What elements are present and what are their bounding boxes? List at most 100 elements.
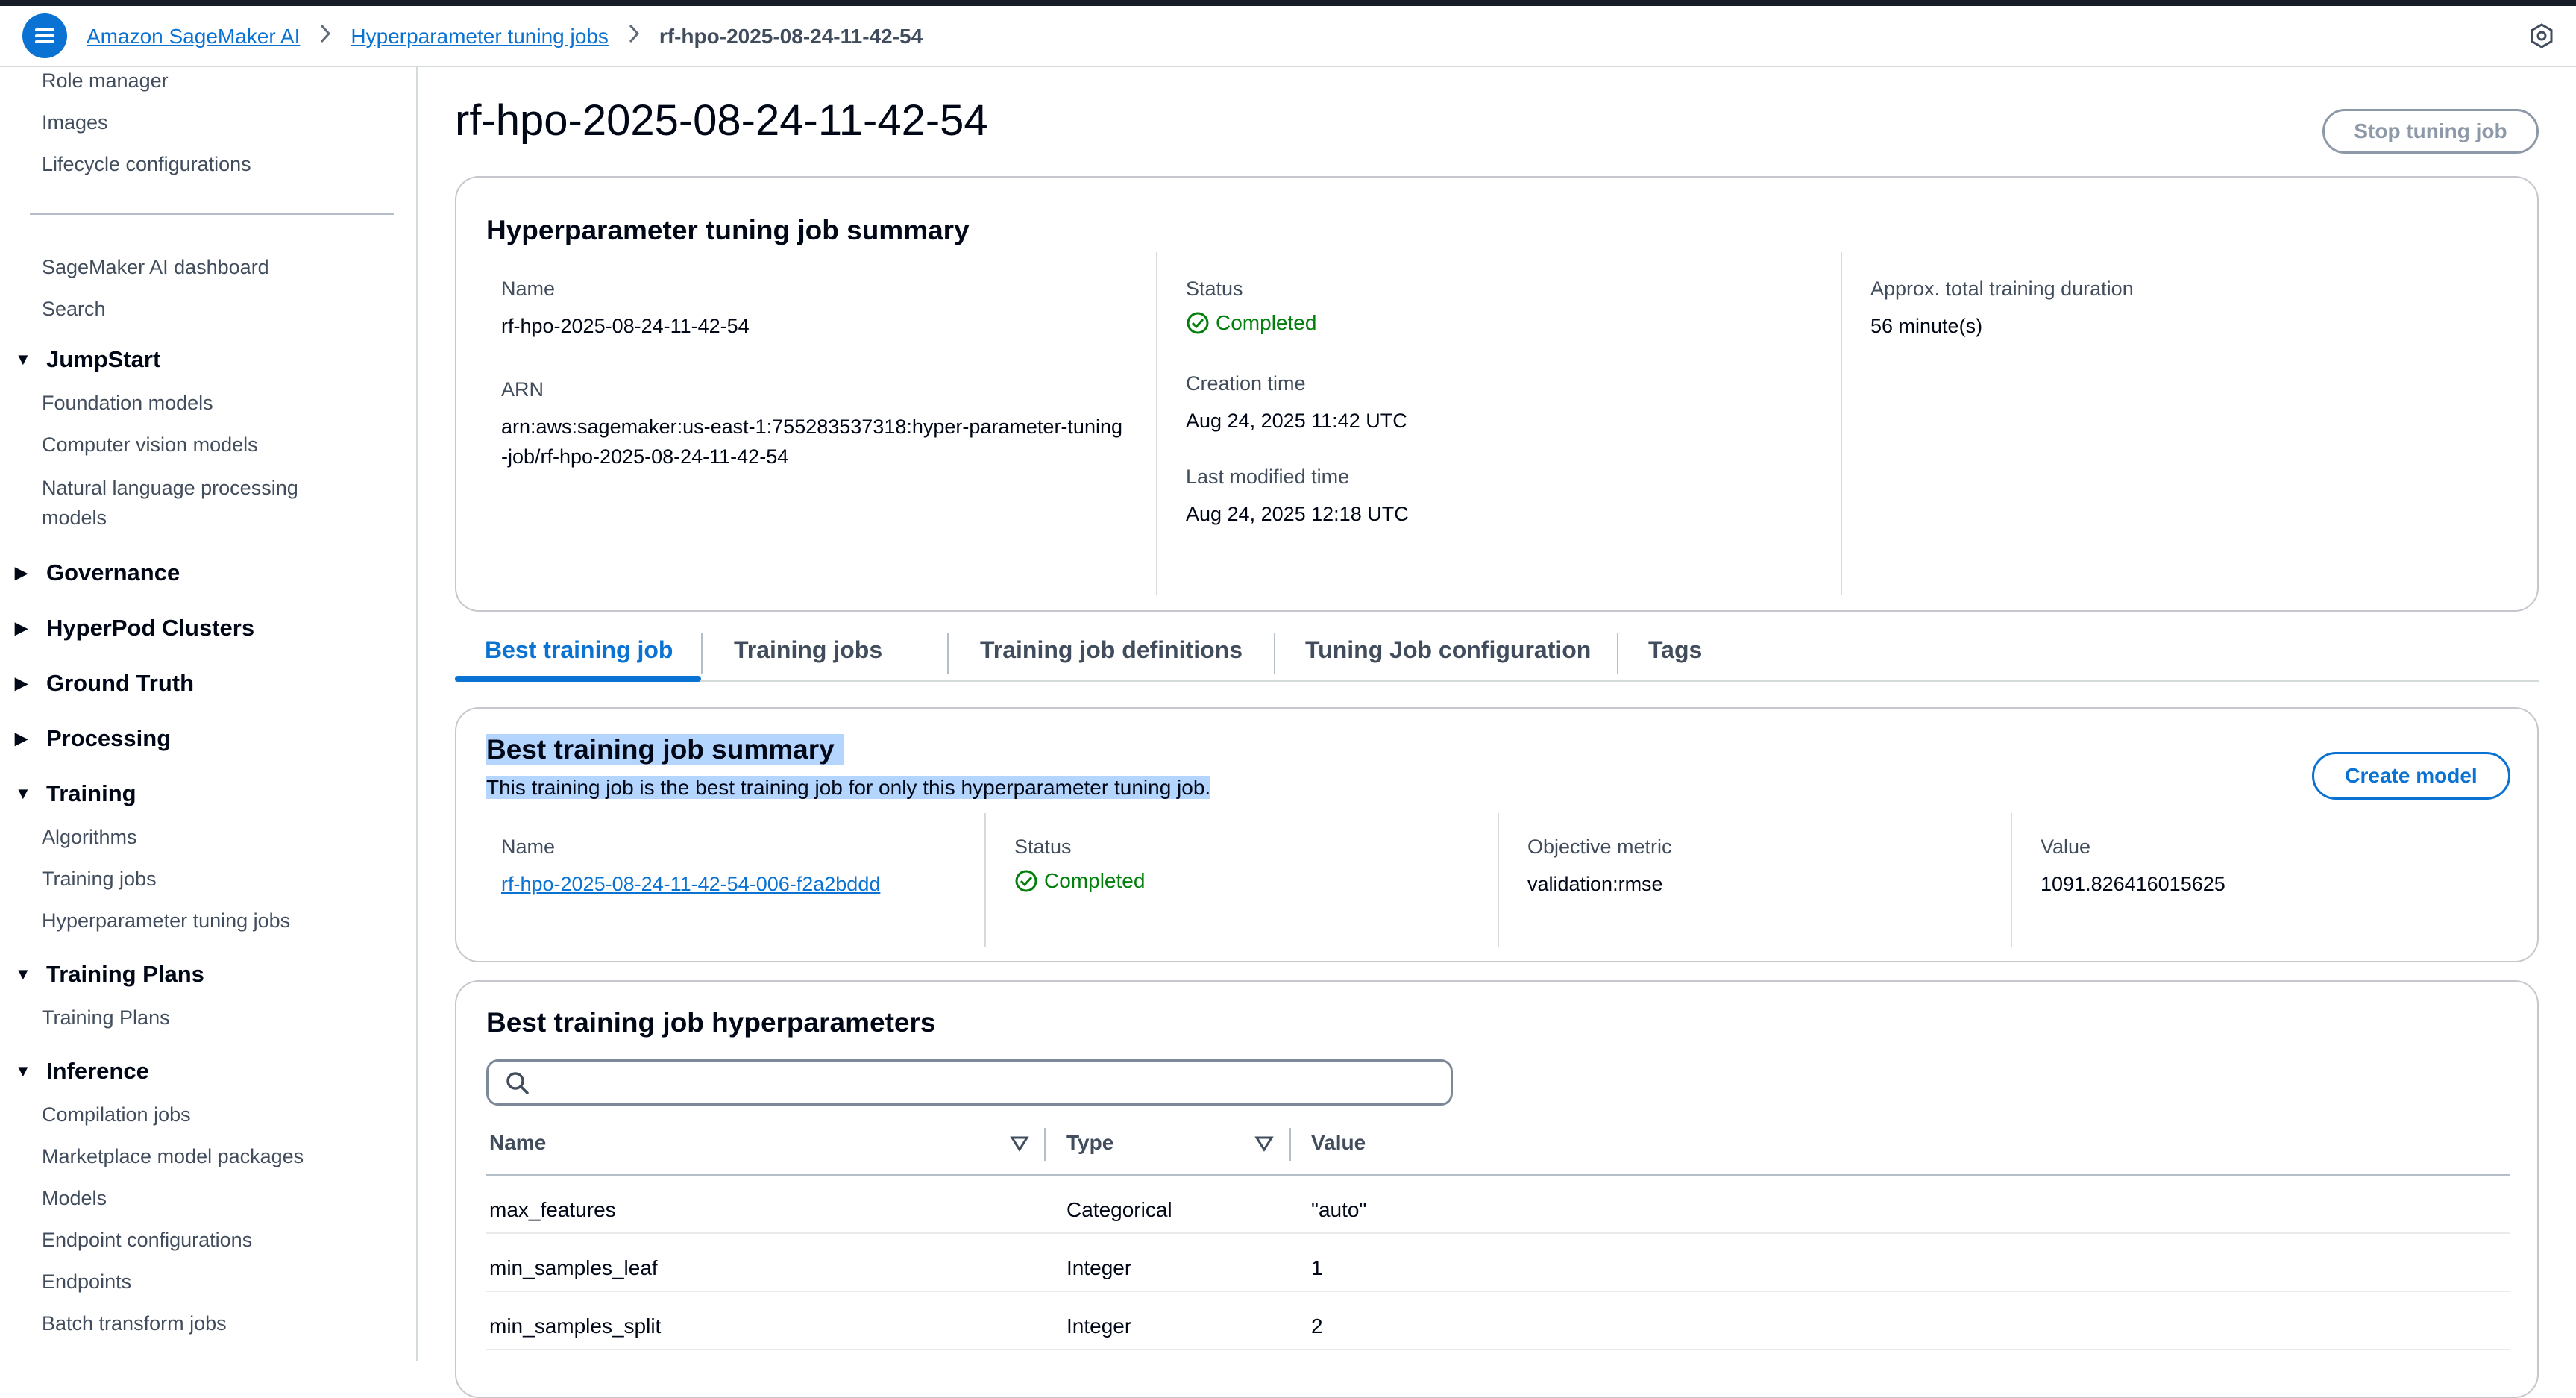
sidebar-item-batch-transform-jobs[interactable]: Batch transform jobs [42,1310,227,1337]
chevron-right-icon [319,24,331,48]
sidebar-item-hyperparameter-tuning-jobs[interactable]: Hyperparameter tuning jobs [42,907,290,934]
hyperparameters-card: Best training job hyperparameters Name T… [455,980,2539,1398]
sidebar: Role manager Images Lifecycle configurat… [0,67,418,1361]
best-training-job-card: Best training job summary This training … [455,707,2539,962]
best-status-value: Completed [1014,869,1477,893]
sidebar-item-marketplace-model-packages[interactable]: Marketplace model packages [42,1143,304,1170]
summary-divider [1841,252,1842,595]
column-separator[interactable] [1044,1128,1046,1161]
row-name: min_samples_split [489,1314,662,1338]
sidebar-item-models[interactable]: Models [42,1185,107,1212]
best-divider [1498,813,1499,947]
sidebar-item-endpoint-configurations[interactable]: Endpoint configurations [42,1226,252,1253]
sidebar-section-hyperpod[interactable]: ▶ HyperPod Clusters [15,615,254,642]
sidebar-item-dashboard[interactable]: SageMaker AI dashboard [42,254,269,280]
creation-time-value: Aug 24, 2025 11:42 UTC [1186,410,1407,432]
best-training-job-link[interactable]: rf-hpo-2025-08-24-11-42-54-006-f2a2bddd [501,869,964,899]
best-job-col-metric: Objective metric validation:rmse [1527,836,1990,899]
best-job-col-name: Name rf-hpo-2025-08-24-11-42-54-006-f2a2… [501,836,964,899]
menu-button[interactable] [22,13,67,58]
arn-value: arn:aws:sagemaker:us-east-1:755283537318… [501,416,1122,468]
tab-tags[interactable]: Tags [1648,619,1702,680]
column-separator[interactable] [1289,1128,1291,1161]
sidebar-item-training-plans[interactable]: Training Plans [42,1004,170,1031]
tab-separator [947,633,949,674]
tab-training-jobs[interactable]: Training jobs [734,619,882,680]
sidebar-item-compilation-jobs[interactable]: Compilation jobs [42,1101,191,1128]
best-name-label: Name [501,836,556,858]
sidebar-section-processing[interactable]: ▶ Processing [15,725,171,752]
column-header-name[interactable]: Name [489,1131,546,1155]
active-tab-indicator [455,676,701,682]
breadcrumb-current: rf-hpo-2025-08-24-11-42-54 [659,24,923,48]
value-label: Value [2041,836,2091,858]
page-title: rf-hpo-2025-08-24-11-42-54 [455,96,988,145]
summary-title: Hyperparameter tuning job summary [486,215,970,245]
row-type: Integer [1066,1256,1132,1279]
sidebar-section-training[interactable]: ▼ Training [15,780,136,807]
table-header-line [486,1174,2510,1176]
stop-tuning-job-button[interactable]: Stop tuning job [2322,109,2539,154]
check-circle-icon [1015,870,1037,892]
create-model-button[interactable]: Create model [2312,752,2510,800]
row-type: Integer [1066,1314,1132,1338]
status-label: Status [1186,278,1243,300]
breadcrumb-tuning-jobs[interactable]: Hyperparameter tuning jobs [351,25,609,48]
sort-caret-icon[interactable] [1010,1135,1029,1152]
hamburger-icon [35,28,54,43]
tab-tuning-job-configuration[interactable]: Tuning Job configuration [1305,619,1591,680]
modified-time-label: Last modified time [1186,466,1350,488]
caret-right-icon: ▶ [15,563,28,582]
modified-time-value: Aug 24, 2025 12:18 UTC [1186,503,1409,525]
sidebar-section-training-plans[interactable]: ▼ Training Plans [15,961,204,988]
column-header-type[interactable]: Type [1066,1131,1113,1155]
summary-col-status: Status Completed Creation time Aug 24, 2… [1186,278,1812,529]
caret-right-icon: ▶ [15,674,28,692]
summary-col-name: Name rf-hpo-2025-08-24-11-42-54 ARN arn:… [501,278,1128,471]
search-icon [506,1072,529,1094]
row-value: 1 [1311,1256,1323,1279]
sort-caret-icon[interactable] [1254,1135,1274,1152]
settings-hex-icon[interactable] [2528,22,2555,49]
metric-value: validation:rmse [1527,873,1663,895]
table-row-divider [486,1232,2510,1234]
row-value: 2 [1311,1314,1323,1338]
sidebar-item-endpoints[interactable]: Endpoints [42,1268,131,1295]
caret-down-icon: ▼ [15,350,31,369]
sidebar-item-images[interactable]: Images [42,109,108,136]
name-value: rf-hpo-2025-08-24-11-42-54 [501,315,750,337]
sidebar-item-training-jobs[interactable]: Training jobs [42,865,157,892]
caret-right-icon: ▶ [15,729,28,747]
tabs: Best training job Training jobs Training… [455,619,2539,682]
sidebar-section-jumpstart[interactable]: ▼ JumpStart [15,346,160,373]
chevron-right-icon [628,24,640,48]
sidebar-divider [30,213,394,215]
best-divider [984,813,986,947]
caret-down-icon: ▼ [15,965,31,983]
caret-down-icon: ▼ [15,1062,31,1080]
tab-separator [1617,633,1618,674]
caret-down-icon: ▼ [15,784,31,803]
tab-training-job-definitions[interactable]: Training job definitions [980,619,1243,680]
sidebar-item-foundation-models[interactable]: Foundation models [42,389,213,416]
tab-best-training-job[interactable]: Best training job [485,619,673,680]
row-name: max_features [489,1198,616,1221]
sidebar-section-governance[interactable]: ▶ Governance [15,559,180,586]
sidebar-section-ground-truth[interactable]: ▶ Ground Truth [15,670,194,697]
sidebar-item-nlp-models[interactable]: Natural language processing models [42,473,355,533]
hyperparameter-search-input[interactable] [486,1059,1453,1106]
row-value: "auto" [1311,1198,1367,1221]
name-label: Name [501,278,556,300]
arn-label: ARN [501,378,544,401]
main-content: rf-hpo-2025-08-24-11-42-54 Stop tuning j… [418,67,2576,1398]
sidebar-item-lifecycle-configurations[interactable]: Lifecycle configurations [42,151,251,178]
sidebar-item-computer-vision-models[interactable]: Computer vision models [42,431,258,458]
sidebar-item-search[interactable]: Search [42,295,106,322]
sidebar-section-inference[interactable]: ▼ Inference [15,1058,149,1085]
sidebar-item-algorithms[interactable]: Algorithms [42,824,137,850]
sidebar-item-role-manager[interactable]: Role manager [42,67,169,94]
breadcrumb-sagemaker[interactable]: Amazon SageMaker AI [87,25,300,48]
breadcrumb: Amazon SageMaker AI Hyperparameter tunin… [87,24,923,48]
best-divider [2011,813,2012,947]
metric-label: Objective metric [1527,836,1672,858]
